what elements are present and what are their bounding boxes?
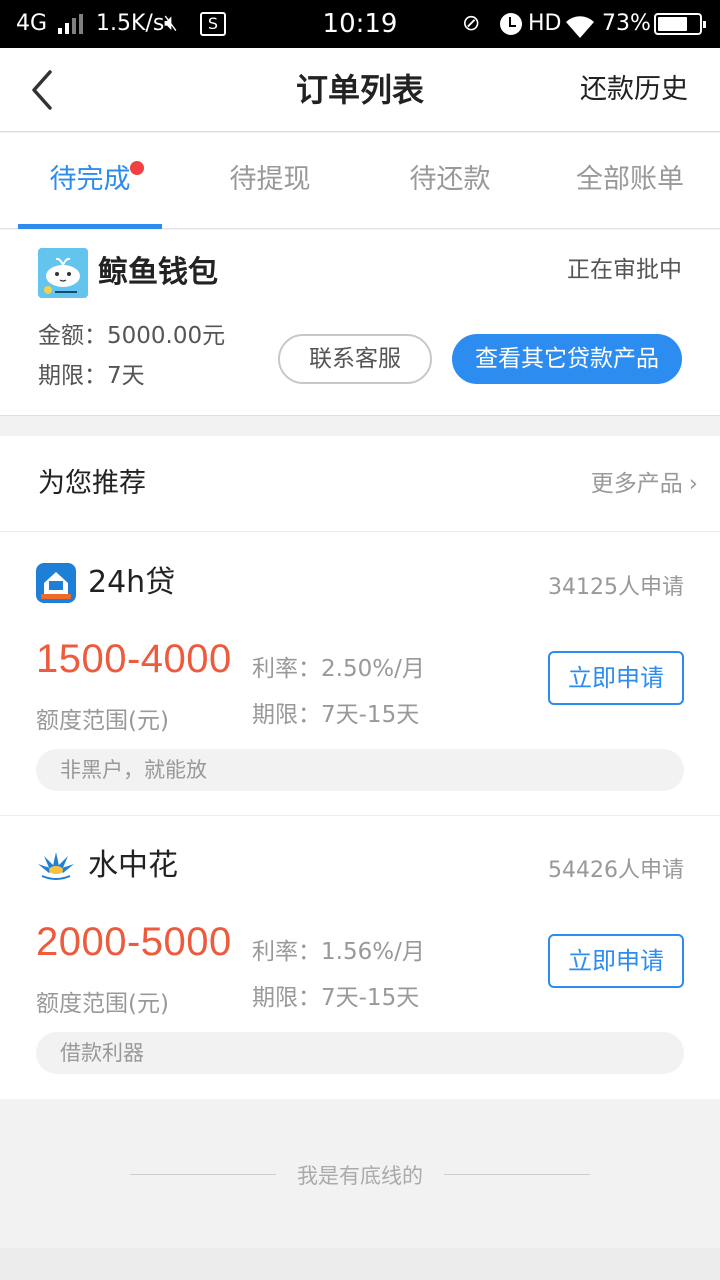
credit-range-label: 额度范围(元) (36, 991, 169, 1017)
product-name: 水中花 (88, 848, 178, 883)
tab-label: 全部账单 (576, 164, 684, 195)
nav-header: 订单列表 还款历史 (0, 48, 720, 132)
tab-label: 待还款 (409, 164, 491, 195)
tab-label: 待提现 (229, 164, 311, 195)
tab-to-repay[interactable]: 待还款 (360, 133, 540, 229)
contact-service-button[interactable]: 联系客服 (278, 334, 432, 384)
applicant-count: 34125人申请 (548, 575, 684, 600)
credit-range: 2000-5000 (36, 920, 232, 964)
product-name: 24h贷 (88, 565, 176, 600)
product-tag: 借款利器 (36, 1032, 684, 1074)
product-tag: 非黑户，就能放 (36, 749, 684, 791)
loan-term: 期限：7天-15天 (252, 985, 420, 1011)
status-bar: 4G 1.5K/s 🔇︎ S 10:19 ⊘ HD 73% (0, 0, 720, 48)
tab-pending[interactable]: 待完成 (0, 133, 180, 229)
24h-loan-logo-icon (36, 563, 76, 603)
chevron-left-icon (32, 70, 52, 110)
tab-label: 待完成 (49, 164, 131, 195)
unread-dot (130, 161, 144, 175)
order-amount: 金额：5000.00元 (38, 323, 226, 349)
battery-percent: 73% (602, 11, 651, 36)
back-button[interactable] (22, 66, 66, 114)
apply-now-button[interactable]: 立即申请 (548, 934, 684, 988)
order-card: 鲸鱼钱包 正在审批中 金额：5000.00元 期限：7天 联系客服 查看其它贷款… (0, 230, 720, 416)
interest-rate: 利率：2.50%/月 (252, 656, 425, 682)
order-product-name: 鲸鱼钱包 (98, 255, 218, 290)
product-item[interactable]: 24h贷 34125人申请 1500-4000 额度范围(元) 利率：2.50%… (0, 533, 720, 816)
tab-active-indicator (18, 224, 162, 229)
end-of-list-text: 我是有底线的 (297, 1164, 423, 1188)
recommend-section: 为您推荐 更多产品 › 24h贷 34125人申请 1500-4000 额度范围(… (0, 436, 720, 1099)
more-products-link[interactable]: 更多产品 › (591, 436, 698, 532)
interest-rate: 利率：1.56%/月 (252, 939, 425, 965)
footer-divider-right (444, 1174, 590, 1175)
more-products-label: 更多产品 (590, 471, 683, 497)
other-loans-button[interactable]: 查看其它贷款产品 (452, 334, 682, 384)
credit-range: 1500-4000 (36, 637, 232, 681)
order-tabs: 待完成 待提现 待还款 全部账单 (0, 133, 720, 229)
order-term: 期限：7天 (38, 363, 145, 389)
repayment-history-link[interactable]: 还款历史 (580, 48, 688, 132)
footer-bottom-strip (0, 1248, 720, 1280)
whale-wallet-logo-icon (38, 248, 88, 298)
hd-indicator: HD (528, 11, 562, 36)
applicant-count: 54426人申请 (548, 858, 684, 883)
lotus-logo-icon (36, 846, 76, 886)
battery-icon (654, 13, 706, 35)
apply-now-button[interactable]: 立即申请 (548, 651, 684, 705)
product-item[interactable]: 水中花 54426人申请 2000-5000 额度范围(元) 利率：1.56%/… (0, 816, 720, 1099)
wifi-icon (565, 10, 595, 38)
chevron-right-icon: › (688, 471, 698, 497)
recommend-header: 为您推荐 更多产品 › (0, 436, 720, 532)
tab-all-bills[interactable]: 全部账单 (540, 133, 720, 229)
alarm-icon (500, 13, 522, 35)
credit-range-label: 额度范围(元) (36, 708, 169, 734)
no-sim-icon: ⊘ (462, 11, 481, 36)
section-title: 为您推荐 (38, 468, 146, 499)
tab-to-withdraw[interactable]: 待提现 (180, 133, 360, 229)
status-badge: 正在审批中 (567, 257, 682, 283)
loan-term: 期限：7天-15天 (252, 702, 420, 728)
